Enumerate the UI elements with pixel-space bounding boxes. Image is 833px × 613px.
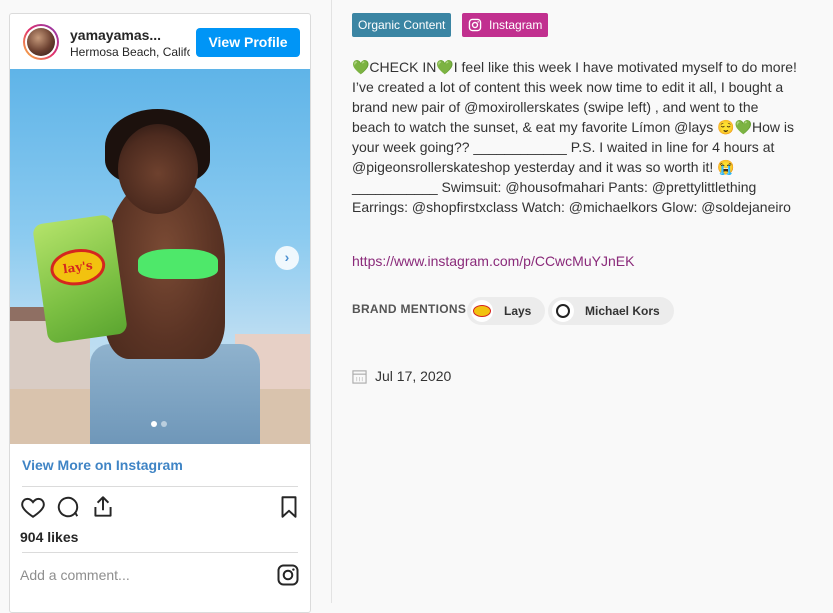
carousel-dot — [161, 421, 167, 427]
carousel-next-arrow-icon[interactable]: › — [275, 246, 299, 270]
brand-chip-michael-kors[interactable]: Michael Kors — [548, 297, 674, 325]
instagram-icon — [468, 18, 482, 32]
michael-kors-logo-icon — [552, 300, 574, 322]
embed-header: yamayamas... Hermosa Beach, California V… — [10, 14, 310, 69]
location[interactable]: Hermosa Beach, California — [70, 45, 190, 59]
comment-icon[interactable] — [55, 494, 81, 520]
lays-logo: lay's — [48, 245, 108, 289]
brand-mentions-label: BRAND MENTIONS — [352, 302, 467, 316]
view-more-on-instagram-link[interactable]: View More on Instagram — [22, 457, 183, 473]
divider — [22, 486, 298, 487]
brand-chip-lays[interactable]: Lays — [467, 297, 546, 325]
post-details-panel: Organic Content Instagram 💚CHECK IN💚I fe… — [333, 0, 833, 603]
bookmark-icon[interactable] — [276, 494, 302, 520]
avatar[interactable] — [23, 24, 59, 60]
post-caption: 💚CHECK IN💚I feel like this week I have m… — [352, 59, 797, 215]
heart-icon[interactable] — [20, 494, 46, 520]
share-icon[interactable] — [90, 494, 116, 520]
likes-count[interactable]: 904 likes — [20, 529, 78, 545]
post-actions — [10, 494, 310, 524]
username[interactable]: yamayamas... — [70, 27, 161, 43]
instagram-glyph-icon[interactable] — [276, 563, 300, 587]
post-url-link[interactable]: https://www.instagram.com/p/CCwcMuYJnEK — [352, 253, 634, 269]
instagram-embed-panel: yamayamas... Hermosa Beach, California V… — [0, 0, 332, 613]
lays-logo-icon — [471, 300, 493, 322]
carousel-dot-active — [151, 421, 157, 427]
chips-bag: lay's — [32, 214, 128, 344]
view-profile-button[interactable]: View Profile — [196, 28, 300, 57]
instagram-embed-card: yamayamas... Hermosa Beach, California V… — [9, 13, 311, 613]
brand-chip-label: Michael Kors — [585, 304, 660, 318]
add-comment-link[interactable]: Add a comment... — [20, 567, 130, 583]
post-photo[interactable]: lay's › — [10, 69, 310, 444]
carousel-dots — [151, 421, 167, 427]
divider — [22, 552, 298, 553]
instagram-tag-label: Instagram — [489, 18, 543, 32]
organic-content-tag: Organic Content — [352, 13, 452, 37]
brand-chip-label: Lays — [504, 304, 532, 318]
post-date-text: Jul 17, 2020 — [375, 368, 452, 384]
instagram-tag: Instagram — [462, 13, 549, 37]
calendar-icon — [352, 370, 367, 384]
